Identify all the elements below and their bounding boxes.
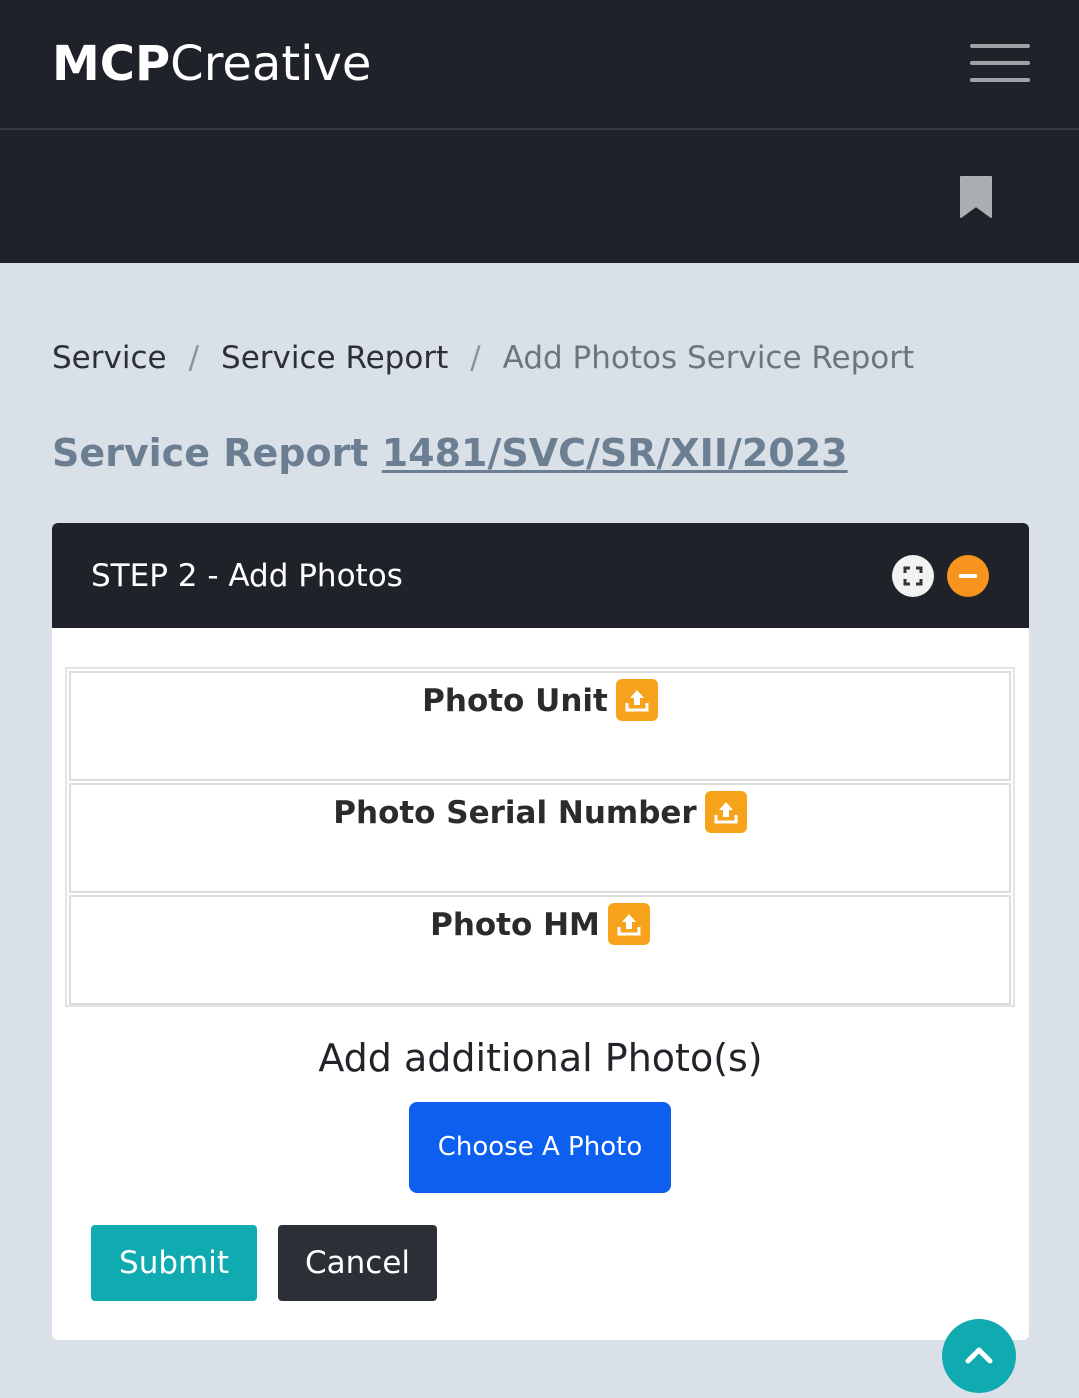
- photo-table: Photo Unit Photo Serial Number Photo HM: [65, 667, 1015, 1007]
- photo-row-serial-number: Photo Serial Number: [69, 783, 1011, 893]
- page-title: Service Report 1481/SVC/SR/XII/2023: [52, 428, 848, 478]
- photo-hm-label: Photo HM: [430, 907, 600, 943]
- breadcrumb-separator: /: [470, 340, 481, 376]
- photo-row-hm: Photo HM: [69, 895, 1011, 1005]
- card-title: STEP 2 - Add Photos: [91, 558, 403, 594]
- brand-bold: MCP: [52, 36, 171, 92]
- card-header: STEP 2 - Add Photos: [52, 523, 1029, 628]
- upload-icon[interactable]: [615, 678, 658, 721]
- top-navbar: MCPCreative: [0, 0, 1079, 130]
- cancel-button[interactable]: Cancel: [278, 1225, 437, 1301]
- hamburger-menu-icon[interactable]: [970, 44, 1030, 84]
- minus-icon[interactable]: [947, 555, 989, 597]
- submit-button[interactable]: Submit: [91, 1225, 257, 1301]
- breadcrumb: Service / Service Report / Add Photos Se…: [52, 336, 914, 380]
- expand-icon[interactable]: [892, 555, 934, 597]
- sub-navbar: [0, 130, 1079, 263]
- add-photos-card: STEP 2 - Add Photos Photo Unit Photo Ser…: [52, 523, 1029, 1340]
- upload-icon[interactable]: [607, 902, 650, 945]
- breadcrumb-separator: /: [188, 340, 200, 376]
- bookmark-icon[interactable]: [958, 174, 994, 220]
- upload-icon[interactable]: [704, 790, 747, 833]
- breadcrumb-service[interactable]: Service: [52, 336, 167, 380]
- brand-logo[interactable]: MCPCreative: [52, 36, 371, 92]
- breadcrumb-current: Add Photos Service Report: [502, 340, 915, 376]
- page-title-prefix: Service Report: [52, 431, 369, 475]
- photo-serial-number-label: Photo Serial Number: [333, 795, 697, 831]
- photo-row-unit: Photo Unit: [69, 671, 1011, 781]
- brand-light: Creative: [170, 36, 372, 92]
- scroll-to-top-button[interactable]: [942, 1319, 1016, 1393]
- report-number-link[interactable]: 1481/SVC/SR/XII/2023: [382, 431, 848, 475]
- chevron-up-icon: [965, 1347, 993, 1364]
- breadcrumb-service-report[interactable]: Service Report: [221, 336, 448, 380]
- photo-unit-label: Photo Unit: [422, 683, 608, 719]
- additional-photos-title: Add additional Photo(s): [318, 1036, 763, 1080]
- choose-photo-button[interactable]: Choose A Photo: [409, 1102, 671, 1193]
